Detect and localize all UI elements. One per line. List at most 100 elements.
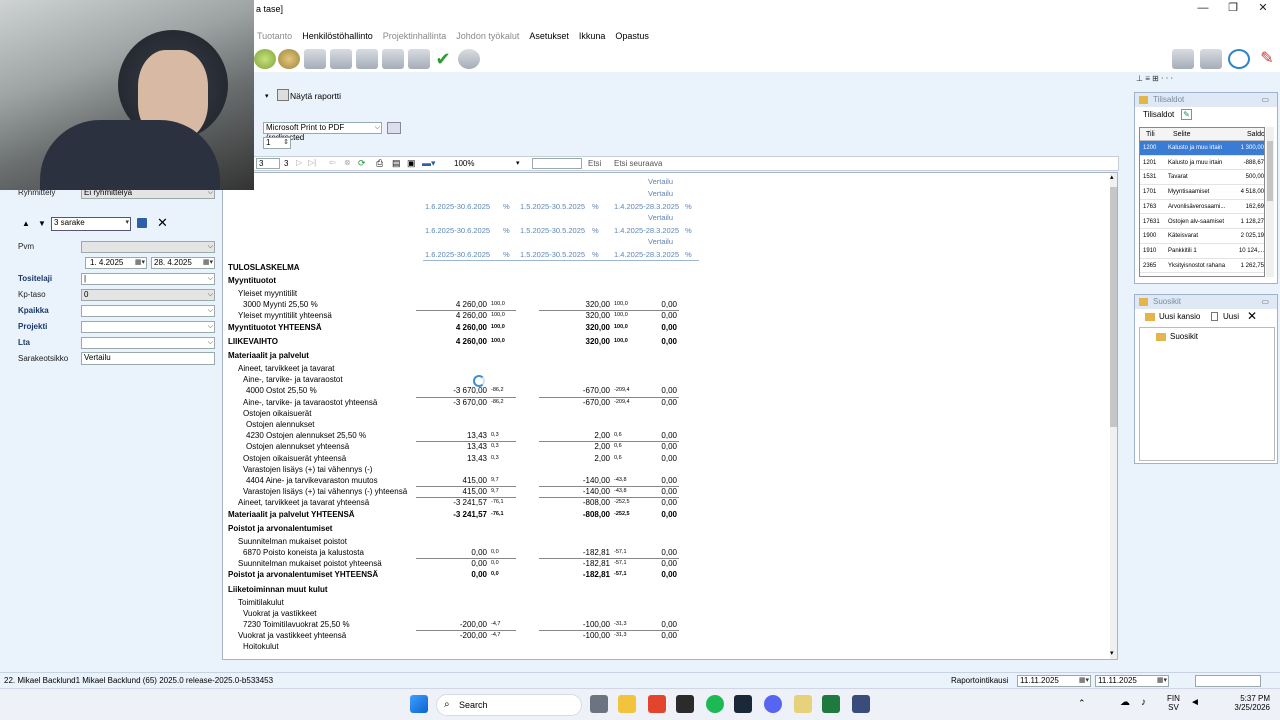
toolbar-icon-right-2[interactable] bbox=[1200, 49, 1222, 69]
toolbar-icon-right-1[interactable] bbox=[1172, 49, 1194, 69]
toolbar-icon-2[interactable] bbox=[278, 49, 300, 69]
tilisaldot-scrollbar[interactable] bbox=[1266, 127, 1274, 277]
menu-item-2[interactable]: Projektinhallinta bbox=[378, 28, 452, 44]
toolbar-icon-1[interactable] bbox=[254, 49, 276, 69]
close-icon[interactable]: ▭ bbox=[1261, 93, 1269, 107]
close-button[interactable]: ✕ bbox=[1248, 0, 1278, 20]
mic-icon[interactable]: ♪ bbox=[1141, 697, 1146, 708]
find-input[interactable] bbox=[532, 158, 582, 169]
calculator-icon[interactable] bbox=[852, 695, 870, 713]
column-preset-select[interactable]: 3 sarake ▾ bbox=[51, 217, 131, 231]
sarakeotsikko-field[interactable]: Vertailu bbox=[81, 352, 215, 365]
suosikit-root[interactable]: Suosikit bbox=[1170, 332, 1198, 341]
menu-item-4[interactable]: Asetukset bbox=[524, 28, 574, 44]
scroll-up-icon[interactable]: ▴ bbox=[1110, 173, 1114, 181]
lta-select[interactable]: ⌵ bbox=[81, 337, 215, 349]
period-date-1[interactable]: 11.11.2025 ▦▾ bbox=[1017, 675, 1091, 687]
maximize-button[interactable]: ❐ bbox=[1218, 0, 1248, 20]
find-next-button[interactable]: Etsi seuraava bbox=[614, 159, 662, 168]
save-icon[interactable] bbox=[137, 218, 147, 228]
last-page-icon[interactable]: ▷| bbox=[308, 158, 316, 167]
pvm-type-select[interactable]: ⌵ bbox=[81, 241, 215, 253]
tilisaldot-row[interactable]: 2365 Yksityisnostot rahana 1 262,75 bbox=[1140, 259, 1264, 274]
delete-icon[interactable]: ✕ bbox=[1247, 309, 1257, 323]
find-button[interactable]: Etsi bbox=[588, 159, 601, 168]
taskbar-search[interactable]: ⌕ Search bbox=[436, 694, 582, 716]
chevron-down-icon[interactable]: ▾ bbox=[516, 159, 520, 167]
scrollbar[interactable]: ▴ ▾ bbox=[1110, 173, 1117, 659]
tilisaldot-row[interactable]: 1763 Arvonlisäverosaami... 162,69 bbox=[1140, 200, 1264, 215]
tilisaldot-scroll-thumb[interactable] bbox=[1267, 141, 1273, 201]
chevron-up-icon[interactable]: ⌃ bbox=[1078, 698, 1086, 709]
tab-tilisaldot[interactable]: Tilisaldot bbox=[1143, 110, 1174, 119]
copies-stepper[interactable]: 1 ⇕ bbox=[263, 137, 291, 149]
checkmark-icon[interactable]: ✔ bbox=[432, 49, 454, 69]
tilisaldot-row[interactable]: 2871Ostovelat-5 034,10 bbox=[1140, 273, 1264, 276]
tilisaldot-row[interactable]: 1910 Pankkitili 1 10 124,... bbox=[1140, 244, 1264, 259]
tilisaldot-row[interactable]: 1200 Kalusto ja muu irtain 1 300,00 bbox=[1140, 141, 1264, 156]
arrow-down-icon[interactable]: ▼ bbox=[38, 219, 46, 228]
toolbar-icon-5[interactable] bbox=[356, 49, 378, 69]
show-report-button[interactable]: Näytä raportti bbox=[290, 91, 341, 101]
tilisaldot-row[interactable]: 1900 Käteisvarat 2 025,19 bbox=[1140, 229, 1264, 244]
back-icon[interactable]: ⇦ bbox=[329, 158, 336, 167]
steam-icon[interactable] bbox=[734, 695, 752, 713]
new-button[interactable]: Uusi bbox=[1223, 312, 1239, 321]
col-saldo[interactable]: Saldo bbox=[1247, 128, 1264, 141]
printer-select[interactable]: Microsoft Print to PDF (redirected⌵ bbox=[263, 122, 382, 142]
terminal-icon[interactable] bbox=[676, 695, 694, 713]
language-indicator[interactable]: FIN SV bbox=[1167, 694, 1180, 712]
spotify-icon[interactable] bbox=[706, 695, 724, 713]
app-icon[interactable] bbox=[794, 695, 812, 713]
page-setup-icon[interactable]: ▣ bbox=[407, 158, 416, 169]
period-date-2[interactable]: 11.11.2025 ▦▾ bbox=[1095, 675, 1169, 687]
file-explorer-icon[interactable] bbox=[618, 695, 636, 713]
scroll-down-icon[interactable]: ▾ bbox=[1110, 649, 1114, 657]
status-field[interactable] bbox=[1195, 675, 1261, 687]
toolbar-icon-9[interactable] bbox=[458, 49, 480, 69]
menu-item-3[interactable]: Johdon työkalut bbox=[451, 28, 524, 44]
exit-icon[interactable]: ✎ bbox=[1256, 49, 1278, 69]
toolbar-icon-6[interactable] bbox=[382, 49, 404, 69]
arrow-up-icon[interactable]: ▲ bbox=[22, 219, 30, 228]
tilisaldot-row[interactable]: 17631 Ostojen alv-saamiset 1 128,27 bbox=[1140, 215, 1264, 230]
tilisaldot-row[interactable]: 1701 Myyntisaamiset 4 518,00 bbox=[1140, 185, 1264, 200]
clock-icon[interactable] bbox=[1228, 49, 1250, 69]
menu-item-0[interactable]: Tuotanto bbox=[252, 28, 297, 44]
clock[interactable]: 5:37 PM 3/25/2026 bbox=[1224, 694, 1270, 712]
page-number-field[interactable]: 3 bbox=[256, 158, 280, 169]
new-folder-button[interactable]: Uusi kansio bbox=[1159, 312, 1200, 321]
kptaso-select[interactable]: 0 ⌵ bbox=[81, 289, 215, 301]
col-selite[interactable]: Selite bbox=[1173, 128, 1191, 141]
minimize-button[interactable]: — bbox=[1188, 0, 1218, 20]
volume-icon[interactable]: ◄ bbox=[1190, 697, 1200, 708]
refresh-icon[interactable]: ⟳ bbox=[358, 158, 366, 169]
excel-icon[interactable] bbox=[822, 695, 840, 713]
kpaikka-select[interactable]: ⌵ bbox=[81, 305, 215, 317]
menu-item-6[interactable]: Opastus bbox=[610, 28, 654, 44]
pvm-from-field[interactable]: 1. 4.2025 ▦▾ bbox=[85, 257, 147, 269]
calendar-icon[interactable]: ▦▾ bbox=[1157, 676, 1167, 686]
pin-icon[interactable]: ⊥ ≡ ⊞ ⋅ ⋅ ⋅ bbox=[1136, 74, 1173, 83]
col-tili[interactable]: Tili bbox=[1146, 128, 1155, 141]
projekti-select[interactable]: ⌵ bbox=[81, 321, 215, 333]
spin-icon[interactable]: ⇕ bbox=[283, 138, 289, 148]
toolbar-icon-3[interactable] bbox=[304, 49, 326, 69]
discord-icon[interactable] bbox=[764, 695, 782, 713]
tilisaldot-row[interactable]: 1201 Kalusto ja muu irtain -888,67 bbox=[1140, 156, 1264, 171]
task-view-icon[interactable] bbox=[590, 695, 608, 713]
zoom-select[interactable]: 100% bbox=[454, 159, 474, 168]
menu-item-1[interactable]: Henkilöstöhallinto bbox=[297, 28, 378, 44]
tositelaji-select[interactable]: | ⌵ bbox=[81, 273, 215, 285]
windows-start-icon[interactable] bbox=[410, 695, 428, 713]
toolbar-icon-4[interactable] bbox=[330, 49, 352, 69]
calendar-icon[interactable]: ▦▾ bbox=[203, 258, 213, 268]
delete-icon[interactable]: ✕ bbox=[157, 215, 168, 231]
print-icon[interactable]: ⎙ bbox=[376, 158, 383, 169]
close-icon[interactable]: ▭ bbox=[1261, 295, 1269, 309]
tilisaldot-row[interactable]: 1531 Tavarat 500,00 bbox=[1140, 170, 1264, 186]
next-page-icon[interactable]: ▷ bbox=[296, 158, 302, 167]
print-layout-icon[interactable]: ▤ bbox=[392, 158, 401, 169]
pvm-to-field[interactable]: 28. 4.2025 ▦▾ bbox=[151, 257, 215, 269]
expand-arrow-icon[interactable]: ▾ bbox=[265, 92, 269, 100]
